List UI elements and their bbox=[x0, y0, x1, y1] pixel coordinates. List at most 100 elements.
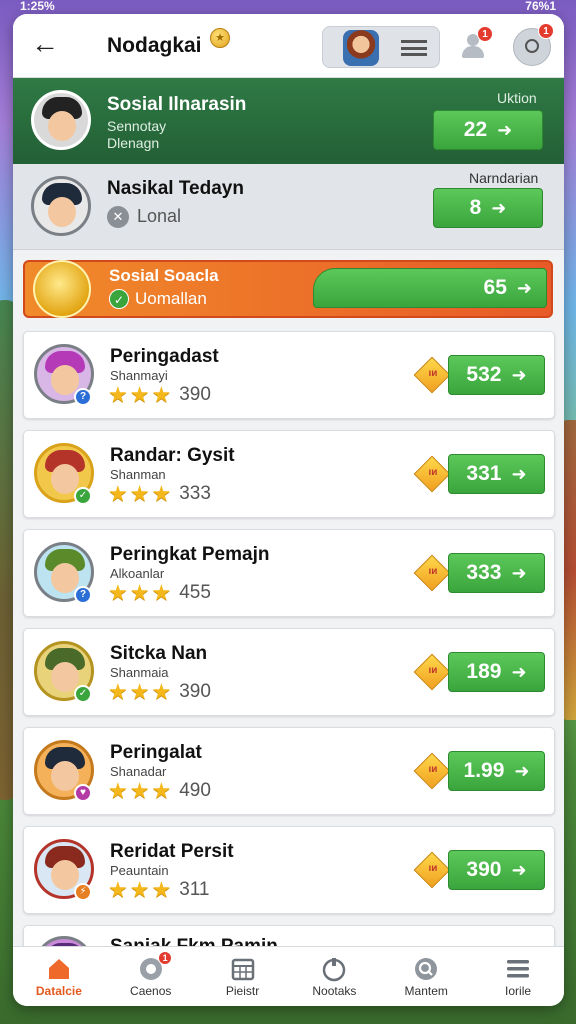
list-item[interactable]: ✓ Sitcka Nan Shanmaia ★ ★ ★ 390 ıᴎ 189 ➜ bbox=[23, 628, 555, 716]
player-name: Peringalat bbox=[110, 742, 202, 763]
list-item[interactable]: Nasikal Tedayn ✕ Lonal Narndarian 8 ➜ bbox=[13, 164, 564, 250]
list-item[interactable]: ⚡ Reridat Persit Peauntain ★ ★ ★ 311 ıᴎ 39… bbox=[23, 826, 555, 914]
score-value: 65 bbox=[483, 276, 507, 299]
nav-label: Mantem bbox=[404, 984, 448, 998]
list-item[interactable]: ✓ Randar: Gysit Shanman ★ ★ ★ 333 ıᴎ 331 ➜ bbox=[23, 430, 555, 518]
list-item[interactable]: ♥ Peringalat Shanadar ★ ★ ★ 490 ıᴎ 1.99 ➜ bbox=[23, 727, 555, 815]
nav-item-calendar[interactable]: Pieistr bbox=[197, 947, 289, 1006]
nav-label: Pieistr bbox=[225, 984, 260, 998]
score-button[interactable]: 333 ➜ bbox=[448, 553, 545, 593]
rating-score: 333 bbox=[179, 483, 211, 504]
score-button[interactable]: 189 ➜ bbox=[448, 652, 545, 692]
nav-item-search[interactable]: Mantem bbox=[380, 947, 472, 1006]
back-arrow-icon[interactable]: ← bbox=[31, 30, 59, 58]
status-battery: 76%1 bbox=[525, 0, 556, 13]
star-icon: ★ bbox=[108, 877, 128, 902]
notification-badge: 1 bbox=[158, 951, 173, 965]
user-icon[interactable]: 1 bbox=[459, 26, 493, 60]
player-subtitle: Dlenagn bbox=[107, 135, 160, 151]
list-item[interactable]: ? Peringkat Pemajn Alkoanlar ★ ★ ★ 455 ıᴎ … bbox=[23, 529, 555, 617]
star-icon: ★ bbox=[151, 382, 172, 407]
score-value: 1.99 bbox=[463, 759, 505, 782]
star-rating: ★ ★ ★ 455 bbox=[108, 582, 211, 604]
score-value: 8 bbox=[469, 196, 482, 219]
score-button[interactable]: 331 ➜ bbox=[448, 454, 545, 494]
star-rating: ★ ★ ★ 490 bbox=[108, 780, 211, 802]
score-button[interactable]: 390 ➜ bbox=[448, 850, 545, 890]
player-name: Randar: Gysit bbox=[110, 445, 235, 466]
score-value: 532 bbox=[466, 363, 502, 386]
app-header: ← Nodagkai ★ 1 1 bbox=[13, 14, 564, 78]
arrow-right-icon: ➜ bbox=[511, 364, 527, 385]
leaderboard-panel: ← Nodagkai ★ 1 1 Sosial Ilnarasin Sennot… bbox=[13, 14, 564, 1006]
score-value: 390 bbox=[466, 858, 502, 881]
score-button[interactable]: 65 ➜ bbox=[313, 268, 547, 308]
list-item-highlighted[interactable]: Sosial Soacla ✓ Uomallan 65 ➜ bbox=[23, 260, 553, 318]
nav-label: Caenos bbox=[130, 984, 172, 998]
player-subtitle: Shanmaia bbox=[110, 665, 169, 680]
score-button[interactable]: 8 ➜ bbox=[433, 188, 543, 228]
star-icon: ★ bbox=[129, 778, 150, 803]
coin-icon: ★ bbox=[210, 28, 230, 48]
nav-item-menu[interactable]: Iorile bbox=[472, 947, 564, 1006]
player-subtitle: Shanman bbox=[110, 467, 166, 482]
search-button[interactable]: 1 bbox=[513, 23, 554, 66]
score-button[interactable]: 1.99 ➜ bbox=[448, 751, 545, 791]
star-rating: ★ ★ ★ 311 bbox=[108, 879, 210, 901]
avatar bbox=[31, 176, 91, 236]
gem-label: ıᴎ bbox=[428, 467, 438, 478]
nav-item-notes[interactable]: Nootaks bbox=[288, 947, 380, 1006]
status-bar: 1:25% 76%1 bbox=[0, 0, 576, 14]
score-button[interactable]: 22 ➜ bbox=[433, 110, 543, 150]
rating-score: 390 bbox=[179, 681, 211, 702]
star-icon: ★ bbox=[151, 877, 172, 902]
star-icon: ★ bbox=[129, 481, 150, 506]
star-rating: ★ ★ ★ 390 bbox=[108, 384, 211, 406]
player-name: Sosial Ilnarasin bbox=[107, 94, 247, 115]
nav-label: Iorile bbox=[505, 984, 532, 998]
star-icon: ★ bbox=[151, 580, 172, 605]
nav-label: Datalcie bbox=[35, 984, 82, 998]
player-name: Peringadast bbox=[110, 346, 219, 367]
search-icon bbox=[525, 39, 539, 53]
gem-label: ıᴎ bbox=[428, 863, 438, 874]
rating-score: 490 bbox=[179, 780, 211, 801]
arrow-right-icon: ➜ bbox=[511, 661, 527, 682]
star-icon: ★ bbox=[129, 580, 150, 605]
bottom-navigation: Datalcie 1 Caenos Pieistr Nootaks Mantem… bbox=[13, 946, 564, 1006]
player-subtitle: Shanadar bbox=[110, 764, 167, 779]
player-subtitle: Shanmayi bbox=[110, 368, 168, 383]
gem-label: ıᴎ bbox=[428, 368, 438, 379]
star-rating: ★ ★ ★ 333 bbox=[108, 483, 211, 505]
nav-item-games[interactable]: 1 Caenos bbox=[105, 947, 197, 1006]
avatar bbox=[31, 90, 91, 150]
list-item[interactable]: ? Peringadast Shanmayi ★ ★ ★ 390 ıᴎ 532 ➜ bbox=[23, 331, 555, 419]
arrow-right-icon: ➜ bbox=[511, 859, 527, 880]
star-icon: ★ bbox=[151, 679, 172, 704]
star-icon: ★ bbox=[129, 382, 150, 407]
score-value: 22 bbox=[463, 118, 488, 141]
rank-badge-icon: ⚡ bbox=[74, 883, 92, 901]
star-icon: ★ bbox=[129, 877, 150, 902]
rating-score: 455 bbox=[179, 582, 211, 603]
player-name: Sosial Soacla bbox=[109, 266, 219, 285]
close-circle-icon: ✕ bbox=[107, 206, 129, 228]
player-subtitle: Sennotay bbox=[107, 118, 167, 134]
star-rating: ★ ★ ★ 390 bbox=[108, 681, 211, 703]
score-value: 331 bbox=[466, 462, 502, 485]
list-item[interactable]: Sosial Ilnarasin Sennotay Dlenagn Uktion… bbox=[13, 78, 564, 164]
status-time: 1:25% bbox=[20, 0, 55, 13]
hamburger-menu-icon bbox=[401, 40, 427, 56]
notification-badge: 1 bbox=[538, 23, 554, 39]
score-button[interactable]: 532 ➜ bbox=[448, 355, 545, 395]
rank-badge-icon: ♥ bbox=[74, 784, 92, 802]
profile-menu-button[interactable] bbox=[322, 26, 440, 68]
star-icon: ★ bbox=[151, 778, 172, 803]
home-icon bbox=[48, 959, 69, 979]
player-name: Sitcka Nan bbox=[110, 643, 208, 664]
avatar bbox=[343, 30, 379, 66]
nav-item-home[interactable]: Datalcie bbox=[13, 947, 105, 1006]
column-label: Uktion bbox=[497, 90, 537, 106]
gem-label: ıᴎ bbox=[428, 665, 438, 676]
search-icon bbox=[415, 958, 438, 980]
